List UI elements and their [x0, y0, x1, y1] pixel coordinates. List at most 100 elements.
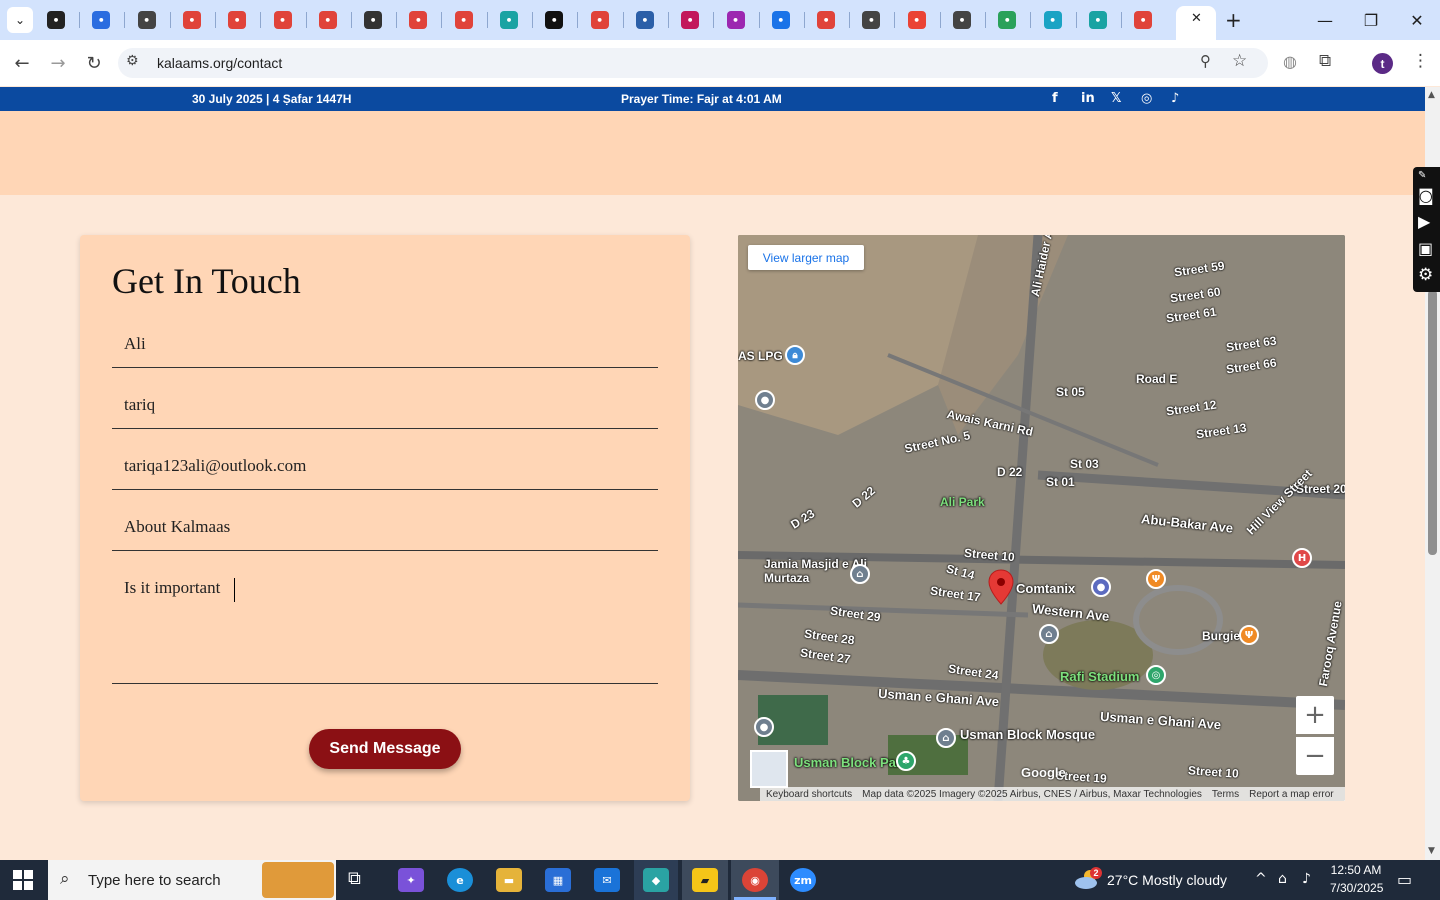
x-icon[interactable]: • [545, 11, 564, 29]
menu-kebab-icon[interactable]: ⋮ [1412, 51, 1429, 71]
address-bar[interactable] [118, 48, 1268, 78]
view-larger-map-link[interactable]: View larger map [748, 245, 864, 270]
location-icon[interactable]: ⚲ [1200, 52, 1211, 70]
camera-icon[interactable]: ◙ [1418, 186, 1434, 205]
tab-separator [667, 12, 669, 28]
instagram-icon[interactable]: ◎ [1141, 91, 1152, 106]
gem-icon[interactable]: • [454, 11, 473, 29]
app-icon[interactable]: ◆ [643, 868, 669, 892]
chrome-icon[interactable]: ◉ [742, 868, 768, 892]
settings-gear-icon[interactable]: ⚙ [1418, 265, 1433, 285]
chevron-up-icon[interactable]: ^ [1255, 871, 1267, 887]
last-name-field[interactable] [112, 379, 658, 429]
d-icon[interactable]: • [998, 11, 1017, 29]
wifi-icon[interactable]: • [92, 11, 111, 29]
check-icon[interactable]: • [364, 11, 383, 29]
restore-button[interactable]: ❐ [1348, 0, 1394, 40]
back-button[interactable]: ← [7, 48, 37, 78]
tab-separator [214, 12, 216, 28]
map-layer-toggle[interactable] [750, 750, 788, 788]
reload-button[interactable]: ↻ [79, 48, 109, 78]
zoom-icon[interactable]: zm [790, 868, 816, 892]
restaurant-pin-icon[interactable]: Ψ [1239, 625, 1259, 645]
translate-icon[interactable]: ◍ [1283, 52, 1297, 71]
new-tab-button[interactable]: + [1225, 8, 1245, 32]
url-text[interactable]: kalaams.org/contact [157, 55, 282, 71]
slash-icon[interactable]: • [817, 11, 836, 29]
clock-date[interactable]: 7/30/2025 [1330, 881, 1383, 895]
gem-icon[interactable]: • [182, 11, 201, 29]
scroll-down-arrow-icon[interactable]: ▼ [1428, 846, 1435, 856]
globe-icon[interactable]: • [862, 11, 881, 29]
hexagon-icon[interactable]: • [500, 11, 518, 29]
scroll-up-arrow-icon[interactable]: ▲ [1428, 90, 1435, 100]
place-pin-icon[interactable]: ● [754, 717, 774, 737]
mail-icon[interactable]: ✉ [594, 868, 620, 892]
pen-icon[interactable]: • [726, 11, 745, 29]
pen-icon[interactable]: ✎ [1418, 170, 1426, 181]
forward-button[interactable]: → [43, 48, 73, 78]
weather-text[interactable]: 27°C Mostly cloudy [1107, 872, 1227, 888]
zoom-in-button[interactable]: + [1296, 696, 1334, 734]
zoom-out-button[interactable]: − [1296, 737, 1334, 775]
video-camera-icon[interactable]: ▶ [1418, 212, 1430, 231]
notifications-icon[interactable]: ▭ [1397, 870, 1412, 889]
park-pin-icon[interactable]: ♣ [896, 751, 916, 771]
gmail-icon[interactable]: • [907, 11, 926, 29]
file-explorer-icon[interactable]: ▬ [496, 868, 522, 892]
google-map[interactable]: AS LPG Awais Karni Rd Street No. 5 D 22 … [738, 235, 1345, 801]
send-message-button[interactable]: Send Message [309, 729, 461, 769]
hospital-pin-icon[interactable]: H [1292, 548, 1312, 568]
mosque-pin-icon[interactable]: ⌂ [936, 728, 956, 748]
keyboard-shortcuts-link[interactable]: Keyboard shortcuts [766, 789, 852, 800]
sticky-notes-icon[interactable]: ▰ [692, 868, 718, 892]
stadium-pin-icon[interactable]: ◎ [1146, 665, 1166, 685]
site-info-icon[interactable]: ⚙ [126, 53, 139, 69]
gem-icon[interactable]: • [228, 11, 247, 29]
extensions-icon[interactable]: ⧉ [1319, 51, 1331, 71]
scrollbar-thumb[interactable] [1428, 290, 1437, 555]
restaurant-pin-icon[interactable]: Ψ [1146, 569, 1166, 589]
close-tab-button[interactable]: ✕ [1191, 11, 1207, 29]
window-icon[interactable]: ▣ [1418, 239, 1433, 258]
place-pin-icon[interactable]: ● [755, 390, 775, 410]
profile-avatar[interactable]: t [1372, 53, 1393, 74]
lock-pin-icon[interactable]: 🔒︎ [785, 345, 805, 365]
scales-icon[interactable]: • [635, 11, 654, 29]
report-error-link[interactable]: Report a map error [1249, 789, 1333, 800]
mosque-pin-icon[interactable]: ⌂ [850, 564, 870, 584]
volume-icon[interactable]: ♪ [1302, 871, 1311, 887]
edge-icon[interactable]: e [447, 868, 473, 892]
terms-link[interactable]: Terms [1212, 789, 1239, 800]
location-marker-icon[interactable] [988, 569, 1014, 605]
close-window-button[interactable]: ✕ [1394, 0, 1440, 40]
minimize-button[interactable]: — [1302, 0, 1348, 40]
pulse-icon[interactable]: • [771, 11, 790, 29]
linkedin-icon[interactable]: in [1081, 91, 1095, 106]
bookmark-star-icon[interactable]: ☆ [1232, 51, 1247, 71]
globe-icon[interactable]: • [953, 11, 971, 29]
search-icon[interactable]: • [1043, 11, 1062, 29]
openai-icon[interactable]: • [137, 11, 156, 29]
task-view-icon[interactable]: ⧉ [348, 868, 361, 889]
school-pin-icon[interactable]: ⌂ [1039, 624, 1059, 644]
tiktok-icon[interactable]: ♪ [1171, 91, 1179, 106]
copilot-icon[interactable]: ✦ [398, 868, 424, 892]
first-name-field[interactable] [112, 318, 658, 368]
tab-search-button[interactable]: ⌄ [7, 7, 33, 33]
windows-start-icon[interactable] [13, 870, 33, 890]
gem-icon[interactable]: • [1134, 11, 1153, 29]
store-icon[interactable]: ▦ [545, 868, 571, 892]
hexagon-icon[interactable]: • [1088, 11, 1107, 29]
app-icon[interactable]: • [681, 11, 700, 29]
gem-icon[interactable]: • [318, 11, 337, 29]
gem-icon[interactable]: • [409, 11, 428, 29]
facebook-icon[interactable]: f [1052, 91, 1058, 106]
x-icon[interactable]: 𝕏 [1111, 91, 1121, 106]
gem-icon[interactable]: • [590, 11, 609, 29]
chromium-icon[interactable]: • [47, 11, 65, 29]
gem-icon[interactable]: • [273, 11, 292, 29]
place-pin-icon[interactable]: ● [1091, 577, 1111, 597]
clock-time[interactable]: 12:50 AM [1330, 863, 1382, 877]
network-icon[interactable]: ⌂ [1278, 871, 1287, 887]
